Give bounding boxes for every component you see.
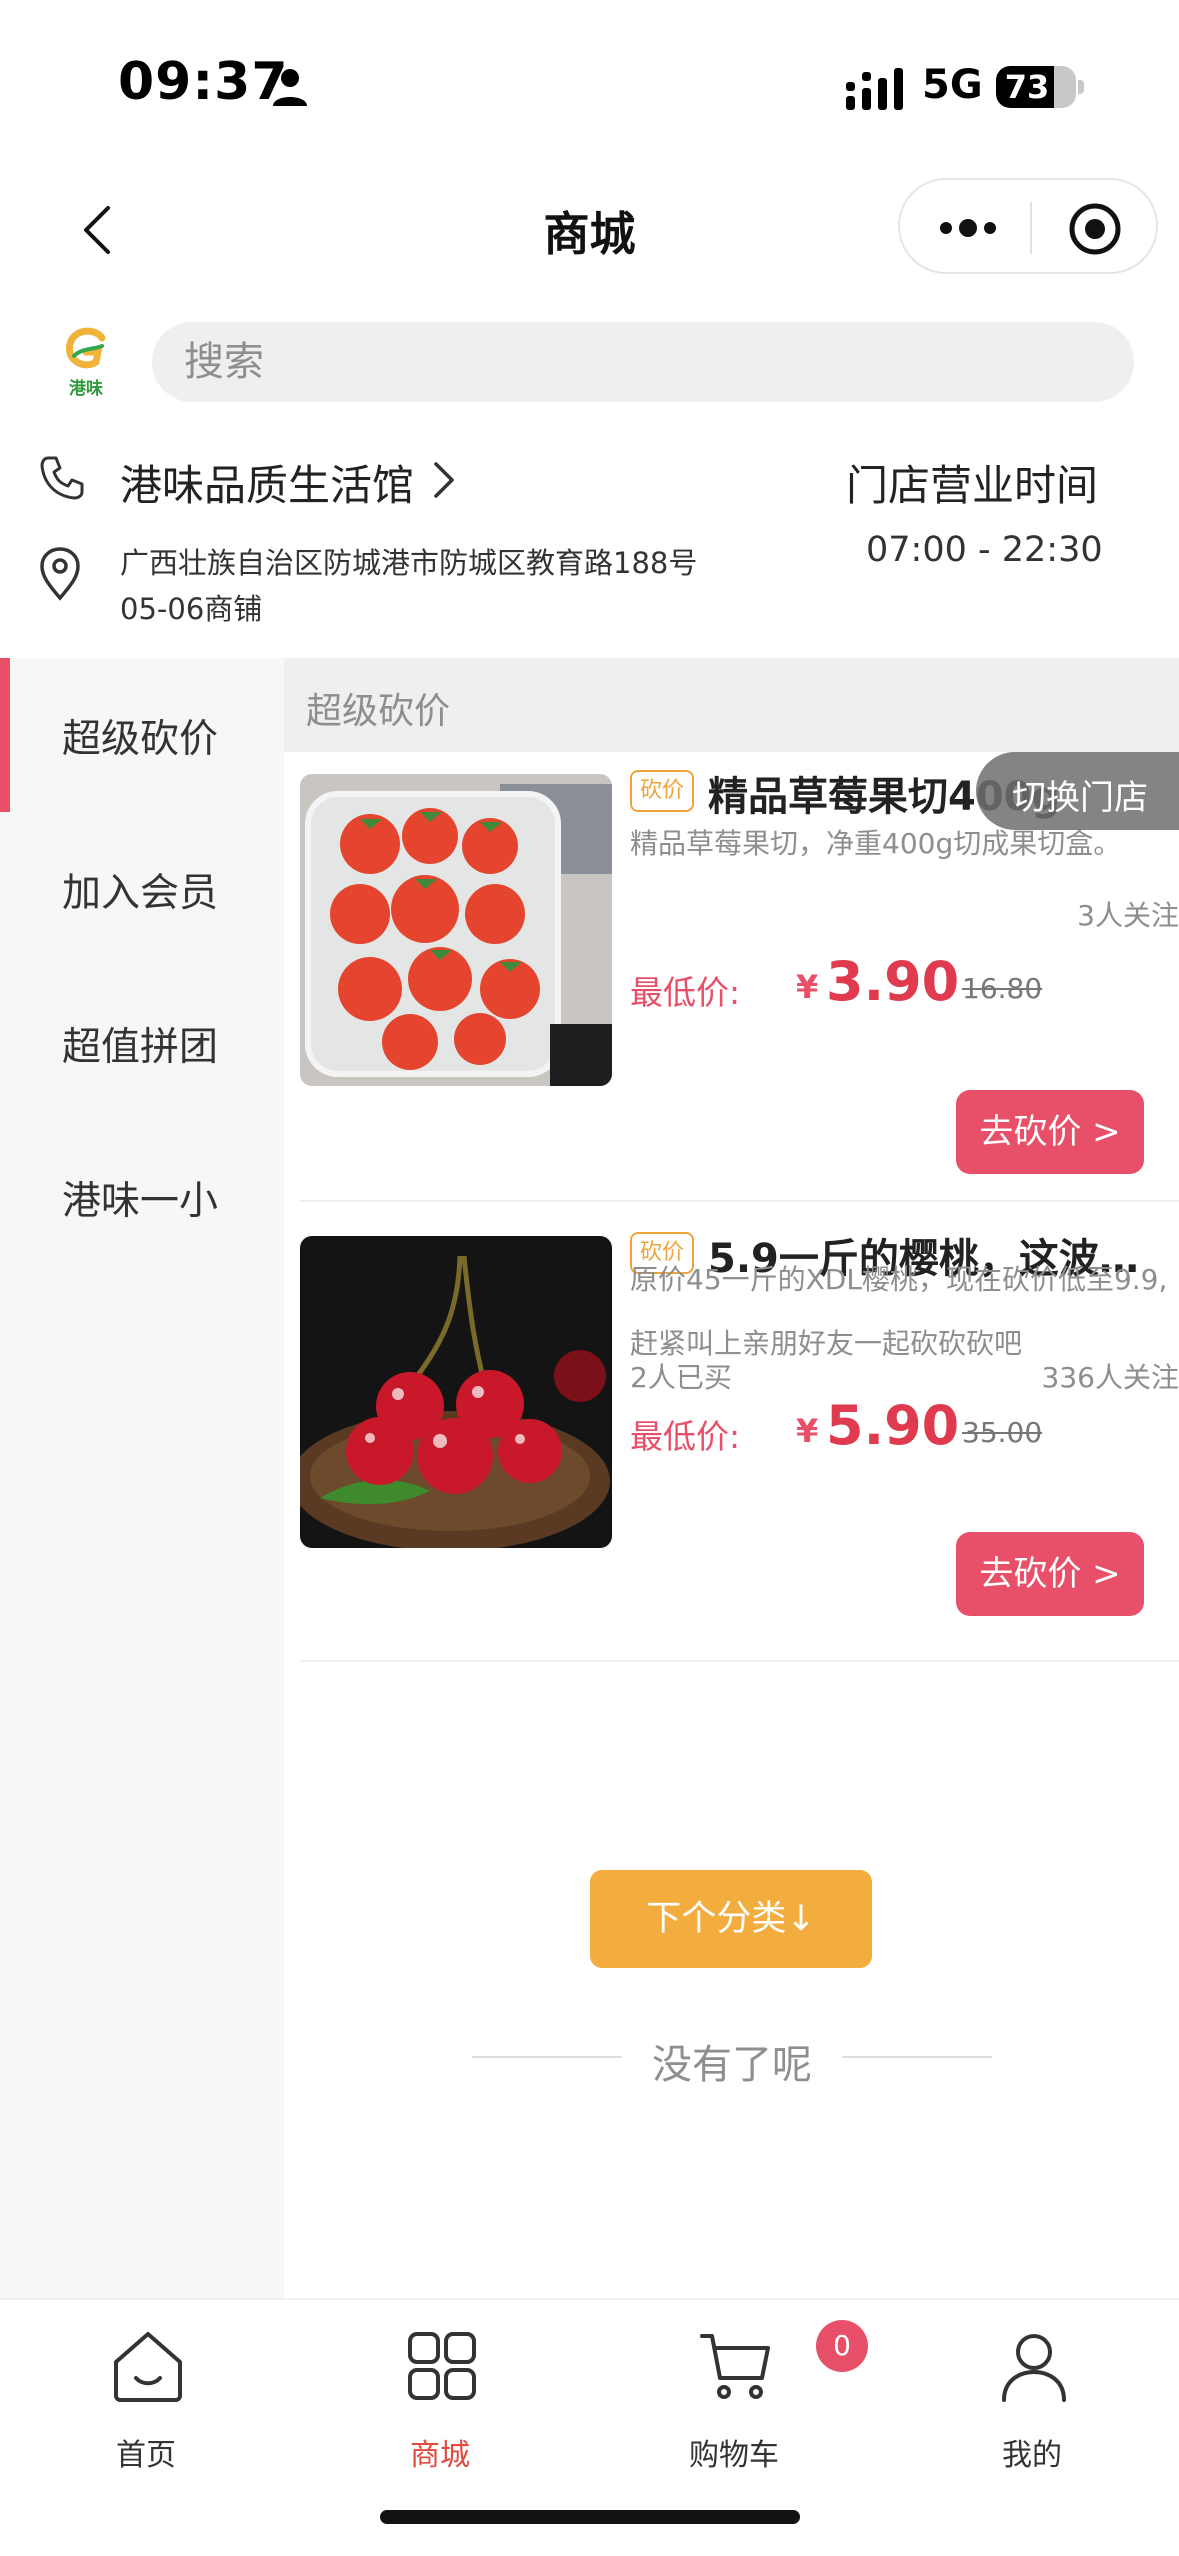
cherry-image xyxy=(300,1236,612,1548)
section-header: 超级砍价 xyxy=(284,658,1179,752)
switch-store-label: 切换门店 xyxy=(1012,778,1148,818)
price-label: 最低价: xyxy=(630,1417,741,1456)
store-info: 港味品质生活馆 广西壮族自治区防城港市防城区教育路188号05-06商铺 门店营… xyxy=(0,440,1179,640)
sidebar-item-label: 超值拼团 xyxy=(62,1025,219,1070)
current-price: 5.90 xyxy=(826,1394,960,1457)
close-mini-program-icon[interactable] xyxy=(1068,202,1122,256)
store-address: 广西壮族自治区防城港市防城区教育路188号05-06商铺 xyxy=(120,546,698,626)
tab-label: 购物车 xyxy=(689,2438,779,2473)
status-bar: 09:37 5G 73 xyxy=(0,0,1179,160)
bought-count: 2人已买 xyxy=(630,1361,732,1394)
follow-count: 336人关注 xyxy=(1041,1361,1179,1394)
bargain-button[interactable]: 去砍价 > xyxy=(956,1090,1144,1174)
sidebar-item-gangwei[interactable]: 港味一小 xyxy=(0,1120,284,1274)
capsule-divider xyxy=(1030,202,1032,254)
more-icon[interactable] xyxy=(938,216,998,240)
signal-icon xyxy=(846,68,903,110)
currency-symbol: ¥ xyxy=(796,1412,819,1450)
nav-bar: 商城 xyxy=(0,170,1179,290)
end-of-list: 没有了呢 xyxy=(472,2022,992,2092)
sidebar-item-group-buy[interactable]: 超值拼团 xyxy=(0,966,284,1120)
logo-text: 港味 xyxy=(69,379,103,399)
cart-icon xyxy=(700,2334,770,2399)
battery-tip xyxy=(1078,80,1084,94)
store-logo: 港味 xyxy=(56,326,116,399)
section-title: 超级砍价 xyxy=(306,691,451,732)
tab-cart[interactable]: 购物车 xyxy=(634,2318,834,2473)
business-hours-label: 门店营业时间 xyxy=(846,461,1099,510)
follow-count: 3人关注 xyxy=(1077,899,1179,932)
status-time: 09:37 xyxy=(118,52,289,112)
product-card[interactable]: 砍价 5.9一斤的樱桃，这波福利你要不要 原价45一斤的XDL樱桃，现在砍价低至… xyxy=(300,1220,1179,1662)
grid-icon xyxy=(408,2332,476,2400)
sidebar-item-label: 超级砍价 xyxy=(62,717,219,762)
cart-badge: 0 xyxy=(816,2320,868,2372)
current-price: 3.90 xyxy=(826,950,960,1013)
tab-profile[interactable]: 我的 xyxy=(932,2318,1132,2473)
sidebar-item-label: 加入会员 xyxy=(62,871,219,916)
chevron-right-icon[interactable] xyxy=(428,458,458,502)
mini-program-capsule xyxy=(898,178,1158,274)
network-type: 5G xyxy=(922,62,983,108)
logo-g-icon xyxy=(65,327,106,369)
tab-label: 商城 xyxy=(410,2438,470,2473)
battery-percent: 73 xyxy=(1004,68,1050,106)
switch-store-button[interactable]: 切换门店 xyxy=(976,752,1179,830)
tab-mall[interactable]: 商城 xyxy=(340,2318,540,2473)
strawberry-image xyxy=(300,774,612,1086)
search-bar[interactable] xyxy=(152,322,1134,402)
store-name[interactable]: 港味品质生活馆 xyxy=(120,452,414,513)
home-icon xyxy=(114,2332,182,2402)
location-pin-icon xyxy=(40,547,80,601)
category-sidebar: 超级砍价 加入会员 超值拼团 港味一小 xyxy=(0,658,284,2300)
tab-label: 首页 xyxy=(116,2438,176,2473)
search-input[interactable] xyxy=(184,322,1104,402)
tab-home[interactable]: 首页 xyxy=(46,2318,246,2473)
sidebar-item-label: 港味一小 xyxy=(62,1179,219,1224)
battery-icon: 73 xyxy=(996,66,1076,108)
phone-icon[interactable] xyxy=(38,454,86,502)
sidebar-item-super-bargain[interactable]: 超级砍价 xyxy=(0,658,284,812)
next-category-button[interactable]: 下个分类↓ xyxy=(590,1870,872,1968)
business-hours: 07:00 - 22:30 xyxy=(866,530,1103,570)
end-of-list-text: 没有了呢 xyxy=(652,2042,812,2088)
tab-label: 我的 xyxy=(1002,2438,1062,2473)
user-icon xyxy=(1002,2334,1066,2402)
currency-symbol: ¥ xyxy=(796,968,819,1006)
person-icon xyxy=(273,69,307,106)
original-price: 16.80 xyxy=(962,972,1043,1005)
original-price: 35.00 xyxy=(962,1416,1043,1449)
home-indicator xyxy=(380,2510,800,2524)
sidebar-item-join-member[interactable]: 加入会员 xyxy=(0,812,284,966)
bargain-tag: 砍价 xyxy=(630,770,694,812)
bargain-button[interactable]: 去砍价 > xyxy=(956,1532,1144,1616)
price-label: 最低价: xyxy=(630,973,741,1012)
